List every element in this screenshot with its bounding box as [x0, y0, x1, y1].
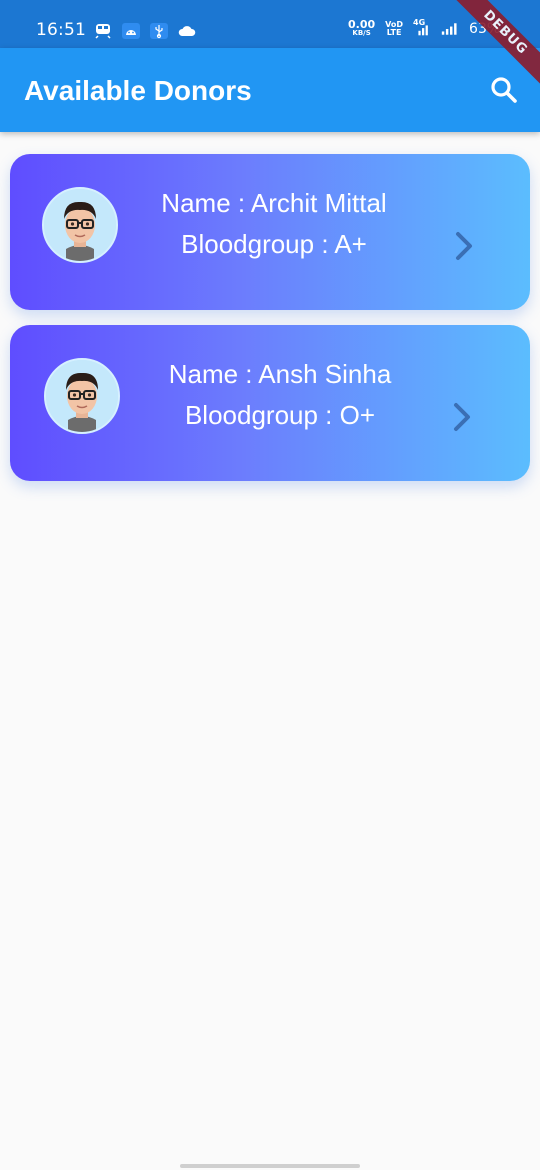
search-icon: [489, 75, 519, 109]
donor-bloodgroup: Bloodgroup : A+: [181, 229, 367, 259]
usb-icon: [150, 22, 168, 40]
donor-card[interactable]: Name : Ansh Sinha Bloodgroup : O+: [10, 325, 530, 481]
cloud-icon: [178, 22, 196, 40]
android-icon: [122, 22, 140, 40]
signal-icon: 4G: [413, 18, 431, 38]
status-bar: 16:51 0.00 KB/S VoD LTE 4G 63%: [0, 0, 540, 48]
chevron-right-icon[interactable]: [450, 228, 478, 264]
train-icon: [94, 22, 112, 40]
status-right-icons: 0.00 KB/S VoD LTE 4G 63%: [348, 18, 500, 38]
donor-name: Name : Ansh Sinha: [168, 359, 392, 389]
network-type: 4G: [413, 18, 426, 27]
avatar: [44, 358, 120, 434]
donor-card[interactable]: Name : Archit Mittal Bloodgroup : A+: [10, 154, 530, 310]
page-title: Available Donors: [24, 75, 252, 106]
gesture-nav-bar[interactable]: [180, 1164, 360, 1168]
chevron-right-icon[interactable]: [448, 399, 476, 435]
net-speed: 0.00 KB/S: [348, 18, 376, 37]
donor-list: Name : Archit Mittal Bloodgroup : A+ Nam…: [10, 154, 530, 496]
donor-name: Name : Archit Mittal: [161, 188, 387, 218]
status-left-icons: [94, 22, 196, 40]
status-time: 16:51: [36, 20, 86, 40]
signal-strength-icon: [441, 20, 459, 38]
donor-info: Name : Ansh Sinha Bloodgroup : O+: [140, 357, 420, 432]
app-bar: Available Donors: [0, 48, 540, 132]
donor-info: Name : Archit Mittal Bloodgroup : A+: [134, 186, 414, 261]
avatar: [42, 187, 118, 263]
volte-indicator: VoD LTE: [385, 20, 404, 37]
search-button[interactable]: [484, 72, 524, 112]
donor-bloodgroup: Bloodgroup : O+: [184, 400, 376, 430]
